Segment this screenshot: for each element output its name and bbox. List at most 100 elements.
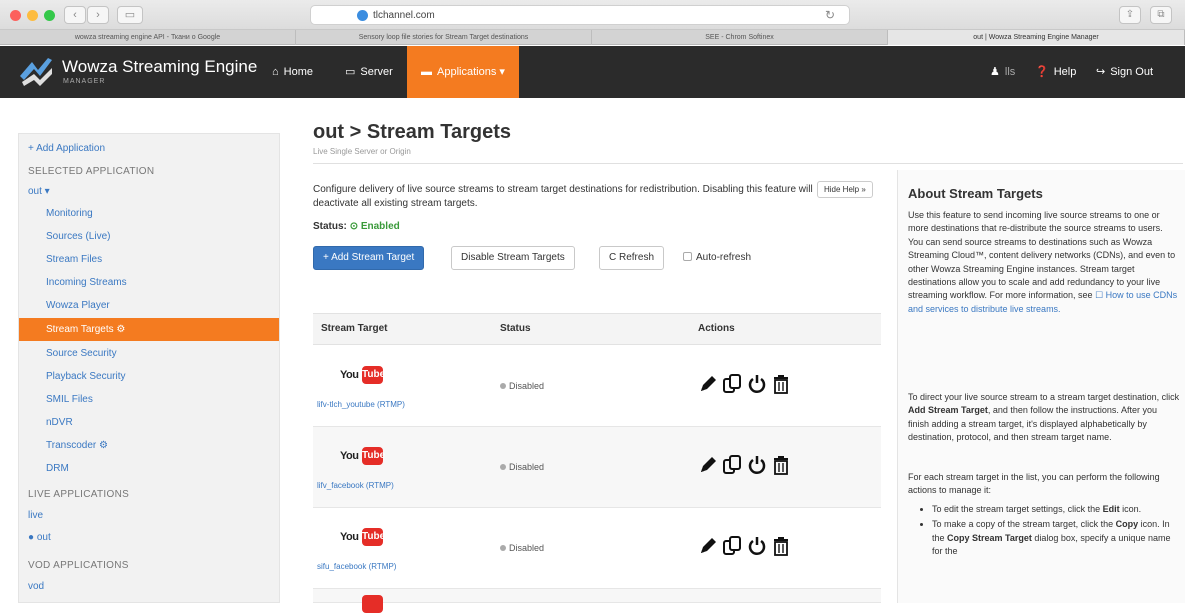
- share-icon[interactable]: ⇪: [1119, 6, 1141, 24]
- nav-server[interactable]: ▭ Server: [345, 46, 393, 98]
- table-header: Stream Target Status Actions: [313, 313, 881, 345]
- browser-tab[interactable]: SEE - Chrom Softinex: [592, 30, 888, 45]
- browser-tab[interactable]: Sensory loop file stories for Stream Tar…: [296, 30, 592, 45]
- help-paragraph-add: To direct your live source stream to a s…: [908, 391, 1180, 445]
- monitor-icon: ▭: [345, 66, 356, 78]
- status-dot-icon: [500, 383, 506, 389]
- browser-tab-active[interactable]: out | Wowza Streaming Engine Manager: [888, 30, 1185, 45]
- status-text: Disabled: [509, 381, 545, 391]
- auto-refresh-label: Auto-refresh: [696, 252, 752, 263]
- sidebar-item-source-security[interactable]: Source Security: [19, 342, 279, 365]
- selected-app-dropdown[interactable]: out ▾: [19, 180, 279, 203]
- stream-target-name-link[interactable]: lifv-tlch_youtube (RTMP): [317, 400, 405, 409]
- copy-icon[interactable]: [722, 535, 742, 557]
- wowza-logo-icon: [20, 58, 52, 86]
- sidebar-item-wowza-player[interactable]: Wowza Player: [19, 294, 279, 317]
- hide-help-button[interactable]: Hide Help »: [817, 181, 873, 198]
- table-row: You Tube lifv_facebook (RTMP) Disabled: [313, 427, 881, 508]
- sidebar-item-drm[interactable]: DRM: [19, 457, 279, 480]
- list-item: To edit the stream target settings, clic…: [932, 503, 1178, 516]
- edit-pencil-icon[interactable]: [698, 454, 718, 476]
- home-icon: ⌂: [272, 66, 279, 78]
- nav-user[interactable]: ♟ lls: [990, 46, 1015, 98]
- copy-icon[interactable]: [722, 373, 742, 395]
- folder-icon: ▬: [421, 66, 432, 78]
- vod-applications-heading: VOD APPLICATIONS: [28, 560, 129, 571]
- delete-trash-icon[interactable]: [771, 535, 791, 557]
- user-icon: ♟: [990, 66, 1000, 78]
- power-icon[interactable]: [747, 535, 767, 557]
- intro-text: Configure delivery of live source stream…: [313, 184, 813, 209]
- help-bold-text: Copy: [1115, 519, 1139, 530]
- browser-toolbar: ‹ › ▭ tlchannel.com ↻ ⇪ ⧉: [0, 0, 1185, 30]
- live-app-out[interactable]: ● out: [19, 526, 279, 549]
- row-actions: [698, 535, 798, 559]
- tabs-overview-icon[interactable]: ⧉: [1150, 6, 1172, 24]
- table-row: You Tube sifu_facebook (RTMP) Disabled: [313, 508, 881, 589]
- help-title: About Stream Targets: [908, 186, 1043, 201]
- nav-help-label: Help: [1053, 66, 1077, 78]
- live-app-live[interactable]: live: [19, 504, 279, 527]
- forward-button[interactable]: ›: [87, 6, 109, 24]
- close-window-button[interactable]: [10, 10, 21, 21]
- status-dot-icon: [500, 464, 506, 470]
- edit-pencil-icon[interactable]: [698, 373, 718, 395]
- help-bold-text: Add Stream Target: [908, 405, 988, 416]
- browser-tab[interactable]: wowza streaming engine API - Ткани о Goo…: [0, 30, 296, 45]
- sidebar-item-playback-security[interactable]: Playback Security: [19, 365, 279, 388]
- nav-user-label: lls: [1004, 66, 1016, 78]
- status-cell: Disabled: [500, 543, 544, 553]
- power-icon[interactable]: [747, 454, 767, 476]
- sidebar-item-stream-targets[interactable]: Stream Targets ⚙: [19, 318, 279, 341]
- disable-stream-targets-button[interactable]: Disable Stream Targets: [451, 246, 575, 270]
- column-header-status[interactable]: Status: [500, 323, 531, 334]
- auto-refresh-checkbox[interactable]: [683, 252, 692, 261]
- auto-refresh-toggle[interactable]: Auto-refresh: [683, 252, 751, 263]
- column-header-stream-target[interactable]: Stream Target: [321, 323, 388, 334]
- address-bar[interactable]: tlchannel.com ↻: [310, 5, 850, 25]
- sidebar-item-incoming-streams[interactable]: Incoming Streams: [19, 271, 279, 294]
- maximize-window-button[interactable]: [44, 10, 55, 21]
- refresh-button[interactable]: C Refresh: [599, 246, 665, 270]
- delete-trash-icon[interactable]: [771, 373, 791, 395]
- sidebar-item-ndvr[interactable]: nDVR: [19, 411, 279, 434]
- reload-icon[interactable]: ↻: [825, 8, 835, 22]
- help-text: To direct your live source stream to a s…: [908, 392, 1180, 402]
- nav-home[interactable]: ⌂ Home: [272, 46, 313, 98]
- sidebar-item-transcoder[interactable]: Transcoder ⚙: [19, 434, 279, 457]
- column-header-actions: Actions: [698, 323, 735, 334]
- page-title: out > Stream Targets: [313, 121, 512, 143]
- sidebar-item-smil-files[interactable]: SMIL Files: [19, 388, 279, 411]
- nav-server-label: Server: [360, 66, 393, 78]
- help-bold-text: Edit: [1102, 504, 1120, 514]
- sidebar-item-monitoring[interactable]: Monitoring: [19, 202, 279, 225]
- sidebar-toggle-icon[interactable]: ▭: [117, 6, 143, 24]
- copy-icon[interactable]: [722, 454, 742, 476]
- youtube-logo-icon: You Tube: [340, 528, 385, 548]
- row-actions: [698, 454, 798, 478]
- sidebar-item-stream-files[interactable]: Stream Files: [19, 248, 279, 271]
- back-button[interactable]: ‹: [64, 6, 86, 24]
- youtube-logo-icon: [340, 595, 384, 615]
- help-bold-text: Copy Stream Target: [947, 532, 1032, 543]
- sidebar-item-sources-live[interactable]: Sources (Live): [19, 225, 279, 248]
- edit-pencil-icon[interactable]: [698, 535, 718, 557]
- vod-app-vod[interactable]: vod: [19, 575, 279, 598]
- table-row: [313, 589, 881, 613]
- page-subtitle: Live Single Server or Origin: [313, 147, 411, 156]
- help-paragraph-actions: For each stream target in the list, you …: [908, 472, 1160, 496]
- list-item: To make a copy of the stream target, cli…: [932, 518, 1178, 558]
- nav-applications[interactable]: ▬ Applications ▾: [407, 46, 519, 98]
- table-row: You Tube lifv-tlch_youtube (RTMP) Disable…: [313, 346, 881, 427]
- stream-target-name-link[interactable]: lifv_facebook (RTMP): [317, 481, 394, 490]
- delete-trash-icon[interactable]: [771, 454, 791, 476]
- minimize-window-button[interactable]: [27, 10, 38, 21]
- add-stream-target-button[interactable]: + Add Stream Target: [313, 246, 425, 270]
- nav-sign-out[interactable]: ↪ Sign Out: [1096, 46, 1153, 98]
- nav-help[interactable]: ❓ Help: [1035, 46, 1076, 98]
- power-icon[interactable]: [747, 373, 767, 395]
- row-actions: [698, 373, 798, 397]
- status-dot-icon: [500, 545, 506, 551]
- status-text: Disabled: [509, 462, 545, 472]
- stream-target-name-link[interactable]: sifu_facebook (RTMP): [317, 562, 396, 571]
